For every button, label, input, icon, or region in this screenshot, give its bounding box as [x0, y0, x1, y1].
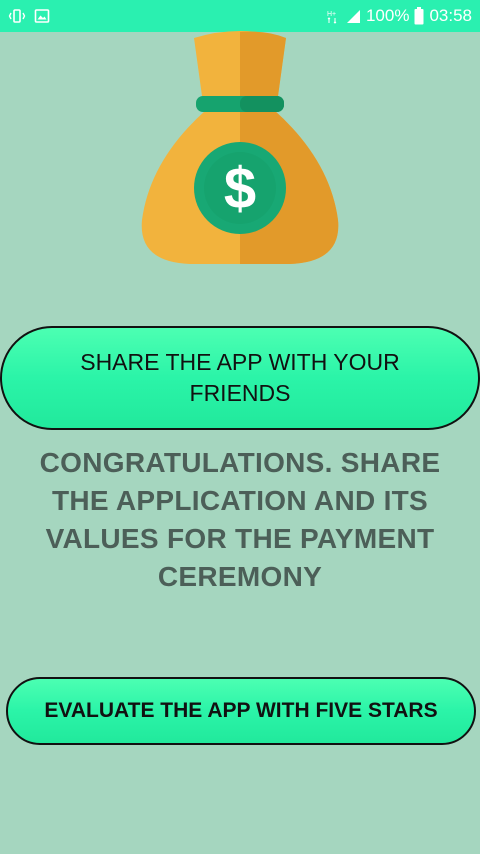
status-right: H+ 100% 03:58: [326, 6, 472, 26]
evaluate-app-button-label: EVALUATE THE APP WITH FIVE STARS: [44, 699, 438, 722]
status-time: 03:58: [429, 6, 472, 25]
money-bag-icon: $: [130, 30, 350, 270]
battery-percent: 100%: [365, 6, 410, 25]
image-icon: [34, 8, 50, 24]
battery-icon: [414, 7, 424, 25]
share-app-button[interactable]: SHARE THE APP WITH YOUR FRIENDS: [0, 326, 480, 430]
evaluate-app-button[interactable]: EVALUATE THE APP WITH FIVE STARS: [6, 677, 476, 745]
status-bar: H+ 100% 03:58: [0, 0, 480, 32]
share-app-button-label: SHARE THE APP WITH YOUR FRIENDS: [80, 349, 400, 406]
dollar-symbol: $: [224, 156, 256, 221]
vibrate-icon: [8, 8, 26, 24]
congratulations-message: CONGRATULATIONS. SHARE THE APPLICATION A…: [39, 447, 441, 592]
signal-icon: [345, 8, 361, 24]
status-left: [8, 8, 50, 24]
network-type-icon: H+: [326, 8, 340, 24]
network-type-label: H+: [327, 11, 336, 18]
